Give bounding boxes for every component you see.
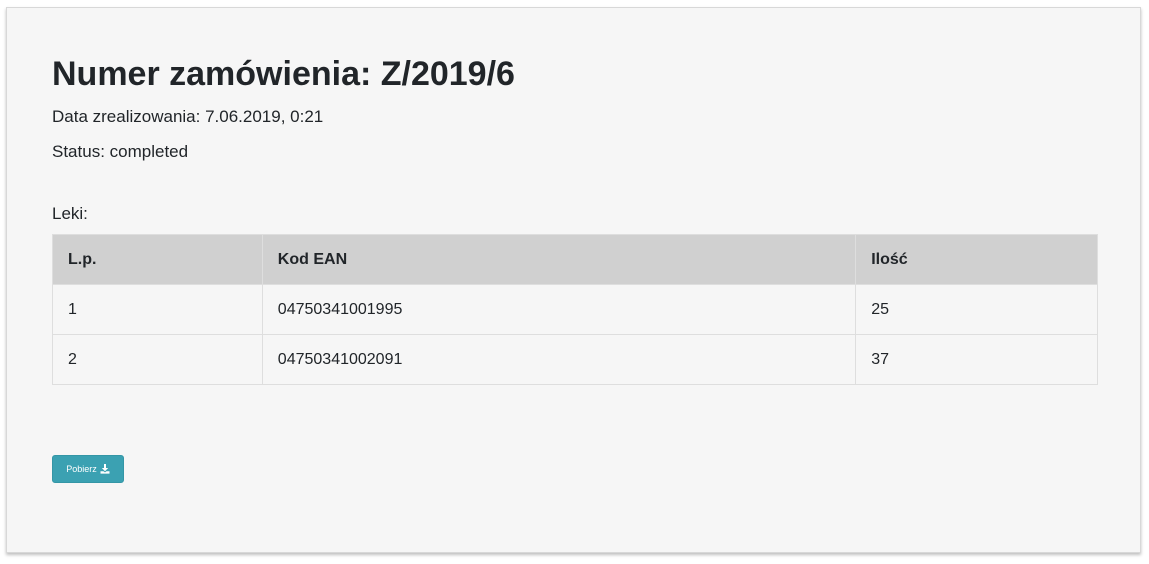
column-header-lp: L.p. <box>52 234 263 285</box>
table-row: 1 04750341001995 25 <box>52 284 1098 335</box>
cell-ean: 04750341002091 <box>261 334 857 385</box>
table-header-row: L.p. Kod EAN Ilość <box>52 234 1098 285</box>
order-card: Numer zamówienia: Z/2019/6 Data zrealizo… <box>6 7 1141 553</box>
items-table: L.p. Kod EAN Ilość 1 04750341001995 25 2… <box>52 234 1098 385</box>
completion-date: Data zrealizowania: 7.06.2019, 0:21 <box>52 107 324 126</box>
cell-ean: 04750341001995 <box>261 284 857 335</box>
order-status: Status: completed <box>52 142 189 161</box>
column-header-quantity: Ilość <box>855 234 1098 285</box>
download-icon <box>100 464 110 474</box>
cell-quantity: 37 <box>855 334 1098 385</box>
cell-lp: 2 <box>52 334 263 385</box>
column-header-ean: Kod EAN <box>261 234 857 285</box>
cell-quantity: 25 <box>855 284 1098 335</box>
cell-lp: 1 <box>52 284 263 335</box>
table-row: 2 04750341002091 37 <box>52 334 1098 385</box>
download-button[interactable]: Pobierz <box>52 455 124 483</box>
page-title: Numer zamówienia: Z/2019/6 <box>52 55 515 93</box>
items-label: Leki: <box>52 204 88 223</box>
download-button-label: Pobierz <box>66 464 97 474</box>
